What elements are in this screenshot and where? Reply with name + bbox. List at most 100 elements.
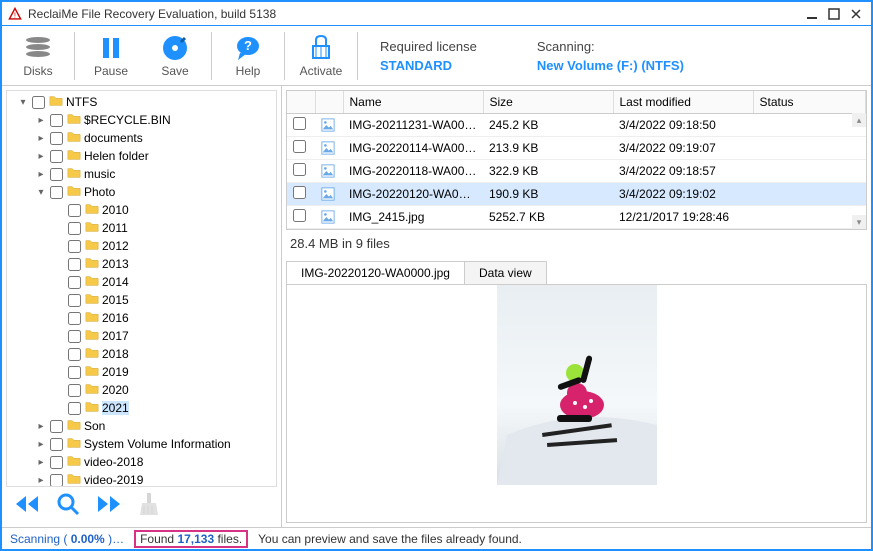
tree-item[interactable]: 2018: [11, 345, 272, 363]
tree-checkbox[interactable]: [50, 456, 63, 469]
tree-checkbox[interactable]: [50, 114, 63, 127]
tree-checkbox[interactable]: [68, 312, 81, 325]
pause-button[interactable]: Pause: [79, 27, 143, 85]
tree-checkbox[interactable]: [50, 168, 63, 181]
table-row[interactable]: IMG-20211231-WA00…245.2 KB3/4/2022 09:18…: [287, 114, 866, 137]
expand-toggle[interactable]: ▸: [35, 457, 47, 468]
found-count-box: Found 17,133 files.: [134, 530, 248, 548]
tree-checkbox[interactable]: [68, 222, 81, 235]
tree-item[interactable]: 2013: [11, 255, 272, 273]
row-checkbox[interactable]: [293, 163, 306, 176]
tree-checkbox[interactable]: [68, 348, 81, 361]
row-checkbox[interactable]: [293, 117, 306, 130]
close-button[interactable]: [847, 7, 865, 21]
tree-checkbox[interactable]: [68, 402, 81, 415]
row-checkbox[interactable]: [293, 209, 306, 222]
tree-item[interactable]: ▾ Photo: [11, 183, 272, 201]
preview-tabs: IMG-20220120-WA0000.jpg Data view: [286, 261, 867, 285]
expand-toggle[interactable]: ▾: [17, 97, 29, 108]
col-modified[interactable]: Last modified: [613, 91, 753, 114]
cell-status: [753, 114, 866, 137]
svg-text:?: ?: [244, 38, 252, 53]
clean-button[interactable]: [138, 492, 160, 519]
nav-first-button[interactable]: [14, 493, 40, 518]
expand-toggle[interactable]: ▸: [35, 421, 47, 432]
tree-checkbox[interactable]: [68, 258, 81, 271]
table-row[interactable]: IMG-20220120-WA00…190.9 KB3/4/2022 09:19…: [287, 183, 866, 206]
tree-checkbox[interactable]: [50, 186, 63, 199]
tree-item[interactable]: 2014: [11, 273, 272, 291]
expand-toggle[interactable]: ▸: [35, 169, 47, 180]
tab-preview[interactable]: IMG-20220120-WA0000.jpg: [286, 261, 465, 284]
tree-item[interactable]: ▸video-2019: [11, 471, 272, 487]
tree-checkbox[interactable]: [68, 240, 81, 253]
toolbar-separator: [357, 32, 358, 80]
status-message: You can preview and save the files alrea…: [258, 532, 522, 546]
tree-checkbox[interactable]: [68, 294, 81, 307]
activate-button[interactable]: Activate: [289, 27, 353, 85]
tree-item-label: 2015: [102, 293, 129, 307]
tree-item[interactable]: 2017: [11, 327, 272, 345]
tree-item[interactable]: 2021: [11, 399, 272, 417]
tree-item[interactable]: 2016: [11, 309, 272, 327]
search-button[interactable]: [56, 492, 80, 519]
tree-checkbox[interactable]: [50, 420, 63, 433]
tab-data-view[interactable]: Data view: [464, 261, 547, 284]
row-checkbox[interactable]: [293, 186, 306, 199]
tree-checkbox[interactable]: [68, 330, 81, 343]
tree-item[interactable]: 2020: [11, 381, 272, 399]
tree-item[interactable]: ▸video-2018: [11, 453, 272, 471]
col-name[interactable]: Name: [343, 91, 483, 114]
tree-item[interactable]: 2012: [11, 237, 272, 255]
tree-checkbox[interactable]: [68, 384, 81, 397]
tree-item[interactable]: 2015: [11, 291, 272, 309]
tree-item[interactable]: ▸System Volume Information: [11, 435, 272, 453]
expand-toggle[interactable]: ▸: [35, 439, 47, 450]
tree-item[interactable]: ▸$RECYCLE.BIN: [11, 111, 272, 129]
row-checkbox[interactable]: [293, 140, 306, 153]
tree-item[interactable]: 2019: [11, 363, 272, 381]
expand-toggle[interactable]: ▸: [35, 115, 47, 126]
col-status[interactable]: Status: [753, 91, 866, 114]
grid-scroll-up[interactable]: ▴: [852, 113, 866, 127]
tree-item[interactable]: ▸documents: [11, 129, 272, 147]
tree-item[interactable]: 2010: [11, 201, 272, 219]
tree-checkbox[interactable]: [50, 438, 63, 451]
tree-item[interactable]: 2011: [11, 219, 272, 237]
save-button[interactable]: Save: [143, 27, 207, 85]
tree-checkbox[interactable]: [32, 96, 45, 109]
grid-scroll-down[interactable]: ▾: [852, 215, 866, 229]
help-button[interactable]: ? Help: [216, 27, 280, 85]
table-row[interactable]: IMG-20220118-WA00…322.9 KB3/4/2022 09:18…: [287, 160, 866, 183]
expand-toggle[interactable]: ▸: [35, 151, 47, 162]
disks-button[interactable]: Disks: [6, 27, 70, 85]
disks-icon: [23, 34, 53, 62]
nav-last-button[interactable]: [96, 493, 122, 518]
tree-checkbox[interactable]: [50, 474, 63, 487]
tree-checkbox[interactable]: [68, 204, 81, 217]
tree-item[interactable]: ▸Helen folder: [11, 147, 272, 165]
tree-item[interactable]: ▸music: [11, 165, 272, 183]
table-row[interactable]: IMG_2415.jpg5252.7 KB12/21/2017 19:28:46: [287, 206, 866, 229]
scanning-value[interactable]: New Volume (F:) (NTFS): [537, 58, 684, 73]
folder-tree[interactable]: ▾NTFS▸$RECYCLE.BIN▸documents▸Helen folde…: [6, 90, 277, 487]
expand-toggle[interactable]: ▸: [35, 475, 47, 486]
tree-item[interactable]: ▾NTFS: [11, 93, 272, 111]
col-size[interactable]: Size: [483, 91, 613, 114]
tree-item[interactable]: ▸Son: [11, 417, 272, 435]
maximize-button[interactable]: [825, 7, 843, 21]
file-summary: 28.4 MB in 9 files: [286, 230, 867, 257]
table-row[interactable]: IMG-20220114-WA00…213.9 KB3/4/2022 09:19…: [287, 137, 866, 160]
file-grid[interactable]: Name Size Last modified Status IMG-20211…: [286, 90, 867, 230]
tree-checkbox[interactable]: [50, 132, 63, 145]
expand-toggle[interactable]: ▸: [35, 133, 47, 144]
tree-item-label: Photo: [84, 185, 115, 199]
expand-toggle[interactable]: ▾: [35, 187, 47, 198]
minimize-button[interactable]: [803, 7, 821, 21]
tree-checkbox[interactable]: [68, 366, 81, 379]
col-icon: [315, 91, 343, 114]
tree-checkbox[interactable]: [68, 276, 81, 289]
tree-checkbox[interactable]: [50, 150, 63, 163]
folder-icon: [84, 328, 102, 345]
col-check[interactable]: [287, 91, 315, 114]
